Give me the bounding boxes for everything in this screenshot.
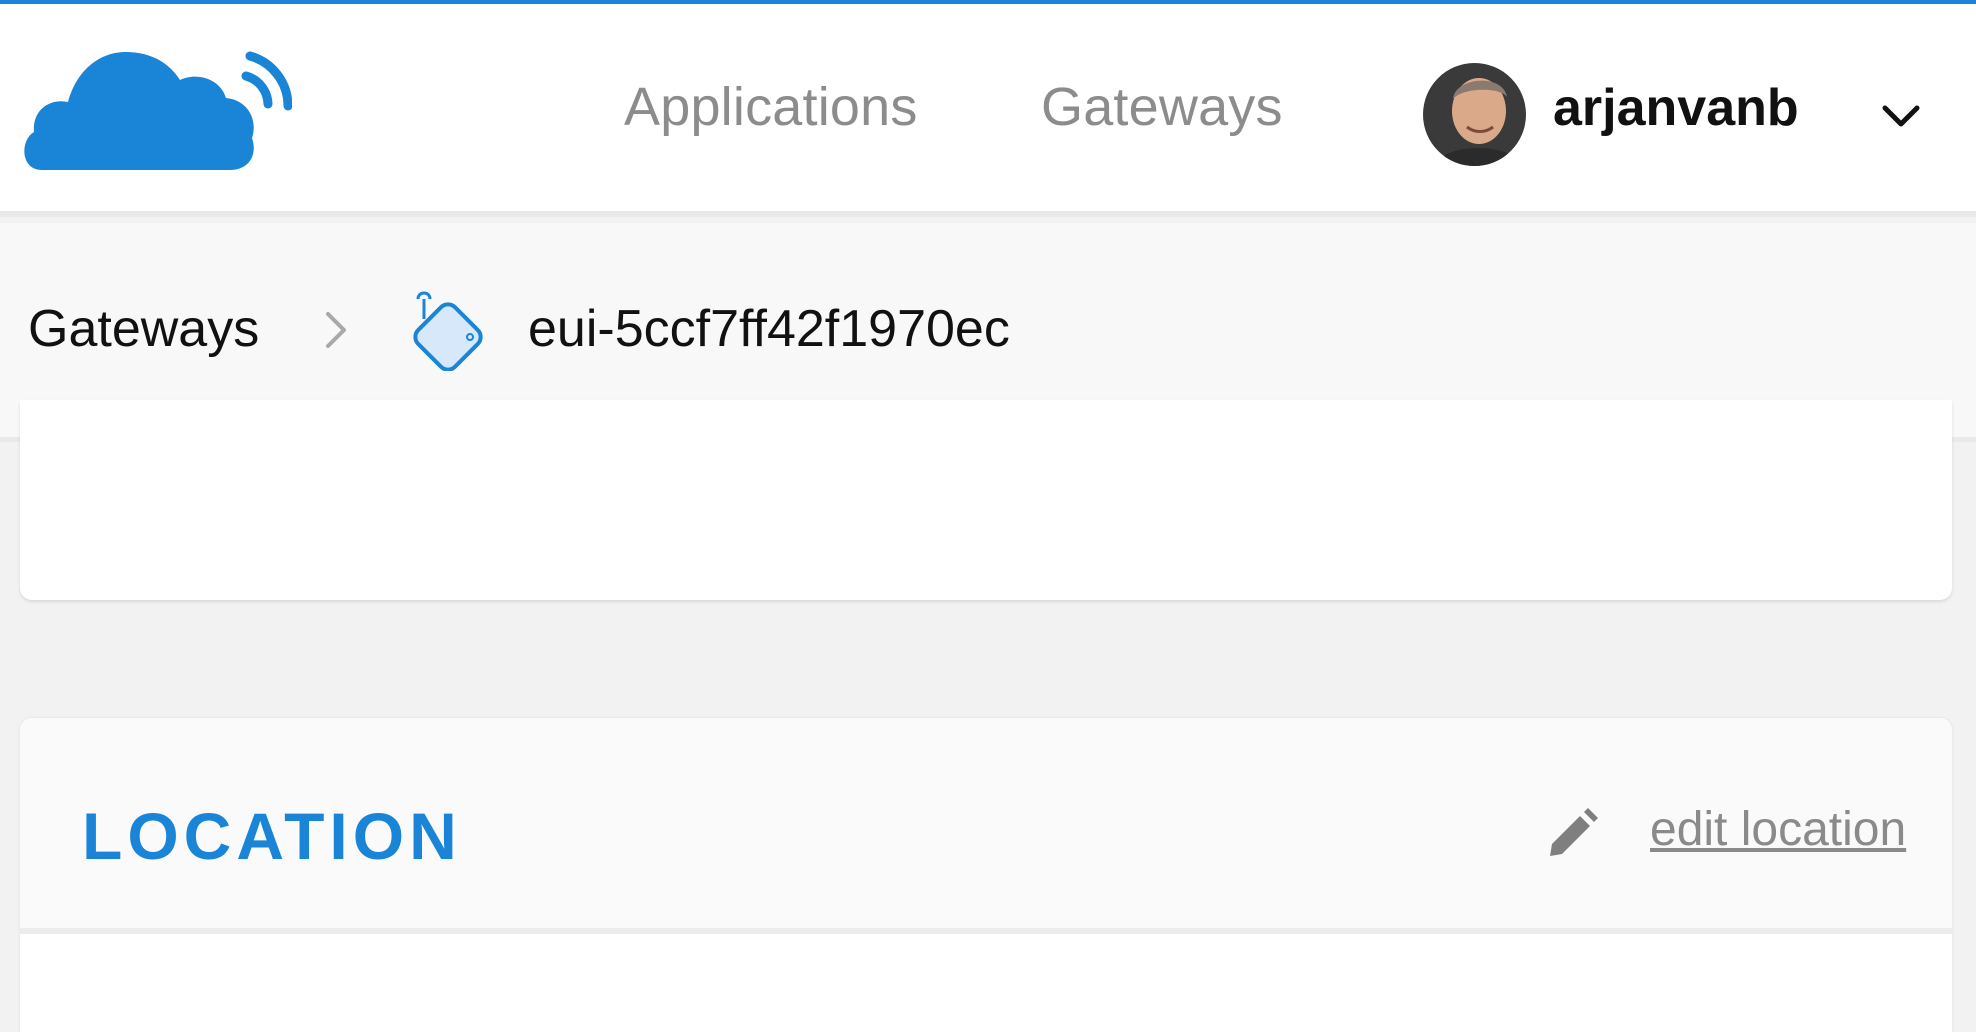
pencil-icon <box>1550 808 1598 856</box>
location-card-header: LOCATION edit location <box>20 718 1952 934</box>
avatar <box>1423 63 1526 166</box>
chevron-right-icon <box>326 312 346 348</box>
user-menu[interactable]: arjanvanb <box>1420 58 1940 168</box>
top-header: Applications Gateways arjanvanb <box>0 4 1976 217</box>
gateway-icon <box>413 291 483 371</box>
nav-applications[interactable]: Applications <box>624 76 918 138</box>
breadcrumb-current-gateway: eui-5ccf7ff42f1970ec <box>528 300 1010 358</box>
nav-gateways[interactable]: Gateways <box>1041 76 1283 138</box>
page: Applications Gateways arjanvanb Gateways <box>0 0 1976 1032</box>
username: arjanvanb <box>1553 79 1799 137</box>
chevron-down-icon[interactable] <box>1879 100 1923 130</box>
breadcrumb-gateways-link[interactable]: Gateways <box>28 299 259 359</box>
location-card: LOCATION edit location <box>20 718 1952 1032</box>
gateway-overview-card <box>20 400 1952 600</box>
location-title: LOCATION <box>82 799 462 873</box>
edit-location-label: edit location <box>1650 803 1907 856</box>
cloud-logo-icon[interactable] <box>20 42 292 172</box>
